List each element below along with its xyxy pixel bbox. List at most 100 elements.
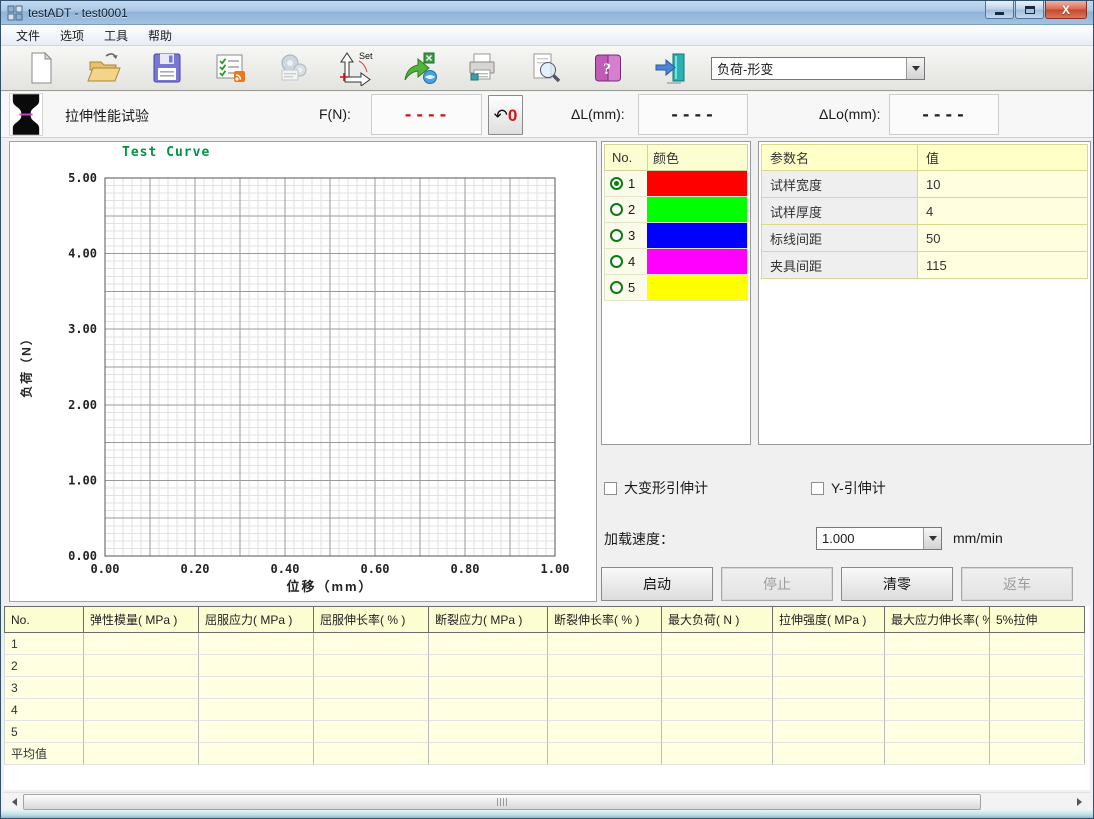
svg-text:0.80: 0.80 — [451, 562, 480, 576]
exit-button[interactable] — [639, 47, 702, 89]
results-cell — [885, 677, 990, 699]
results-cell — [314, 677, 429, 699]
results-cell — [548, 743, 662, 765]
results-header-cell: 断裂应力( MPa ) — [429, 606, 548, 633]
scrollbar-grip-icon — [497, 798, 507, 806]
curve-color-swatch[interactable] — [647, 223, 747, 248]
zero-button[interactable]: ↶0 — [488, 95, 523, 135]
svg-text:0.40: 0.40 — [271, 562, 300, 576]
axis-setup-button[interactable]: Set — [324, 47, 387, 89]
results-cell — [662, 721, 773, 743]
control-button-0[interactable]: 启动 — [601, 567, 713, 601]
results-cell — [885, 699, 990, 721]
svg-text:?: ? — [603, 61, 611, 78]
curve-number: 3 — [628, 228, 635, 243]
y-extensometer-checkbox[interactable]: Y-引伸计 — [811, 478, 886, 498]
curve-radio-1[interactable] — [610, 177, 623, 190]
results-cell — [990, 633, 1085, 655]
results-cell — [548, 677, 662, 699]
results-header-cell: 拉伸强度( MPa ) — [773, 606, 885, 633]
results-header-cell: 弹性模量( MPa ) — [84, 606, 199, 633]
maximize-button[interactable] — [1015, 1, 1044, 19]
curve-color-swatch[interactable] — [647, 275, 747, 300]
results-cell — [429, 677, 548, 699]
control-button-2[interactable]: 清零 — [841, 567, 953, 601]
curve-radio-4[interactable] — [610, 255, 623, 268]
large-deformation-extensometer-checkbox[interactable]: 大变形引伸计 — [604, 478, 708, 498]
results-row-label: 3 — [4, 677, 84, 699]
results-cell — [662, 677, 773, 699]
zero-button-label: 0 — [508, 107, 517, 124]
scroll-right-arrow[interactable] — [1073, 793, 1090, 811]
legend-header-row: No. 颜色 — [604, 144, 748, 171]
menu-item-2[interactable]: 工具 — [94, 25, 138, 46]
results-cell — [84, 721, 199, 743]
parameter-value[interactable]: 115 — [918, 252, 1087, 278]
control-button-1: 停止 — [721, 567, 833, 601]
parameter-value[interactable]: 10 — [918, 171, 1087, 197]
results-cell — [429, 743, 548, 765]
results-cell — [885, 655, 990, 677]
print-button[interactable] — [450, 47, 513, 89]
results-cell — [429, 655, 548, 677]
menu-item-3[interactable]: 帮助 — [138, 25, 182, 46]
results-cell — [314, 743, 429, 765]
parameter-row-0: 试样宽度10 — [761, 171, 1088, 198]
checkbox-box-icon[interactable] — [604, 482, 617, 495]
curve-radio-5[interactable] — [610, 281, 623, 294]
minimize-button[interactable] — [985, 1, 1014, 19]
parameter-name: 夹具间距 — [762, 252, 918, 278]
preview-button[interactable] — [513, 47, 576, 89]
test-settings-button[interactable] — [198, 47, 261, 89]
curve-color-swatch[interactable] — [647, 249, 747, 274]
scrollbar-thumb[interactable] — [23, 794, 981, 810]
save-button[interactable] — [135, 47, 198, 89]
horizontal-scrollbar[interactable] — [4, 792, 1090, 810]
curve-radio-2[interactable] — [610, 203, 623, 216]
scroll-left-arrow[interactable] — [4, 793, 21, 811]
results-cell — [662, 699, 773, 721]
chevron-down-icon[interactable] — [923, 528, 941, 549]
close-button[interactable]: X — [1045, 1, 1087, 19]
legend-row-4: 4 — [604, 249, 748, 275]
results-cell — [773, 699, 885, 721]
menu-item-0[interactable]: 文件 — [6, 25, 50, 46]
results-cell — [885, 633, 990, 655]
chevron-down-icon[interactable] — [906, 58, 924, 79]
export-report-button[interactable] — [387, 47, 450, 89]
curve-number: 1 — [628, 176, 635, 191]
curve-radio-3[interactable] — [610, 229, 623, 242]
system-settings-button[interactable] — [261, 47, 324, 89]
new-file-button[interactable] — [9, 47, 72, 89]
loading-speed-select[interactable]: 1.000 — [816, 527, 942, 550]
menu-item-1[interactable]: 选项 — [50, 25, 94, 46]
svg-text:2.00: 2.00 — [68, 398, 97, 412]
svg-text:1.00: 1.00 — [68, 473, 97, 487]
svg-text:0.00: 0.00 — [68, 549, 97, 563]
exit-icon — [653, 50, 689, 86]
open-file-button[interactable] — [72, 47, 135, 89]
results-cell — [199, 677, 314, 699]
results-cell — [199, 743, 314, 765]
results-cell — [84, 677, 199, 699]
curve-color-swatch[interactable] — [647, 171, 747, 196]
parameter-value[interactable]: 50 — [918, 225, 1087, 251]
results-cell — [84, 655, 199, 677]
results-header-cell: 屈服伸长率( % ) — [314, 606, 429, 633]
window-title: testADT - test0001 — [28, 6, 128, 20]
test-curve-plot: 5.004.003.002.001.000.000.000.200.400.60… — [10, 142, 596, 601]
maximize-icon — [1025, 6, 1035, 14]
curve-mode-select[interactable]: 负荷-形变 — [711, 57, 925, 80]
results-cell — [199, 721, 314, 743]
parameter-value[interactable]: 4 — [918, 198, 1087, 224]
checkbox-box-icon[interactable] — [811, 482, 824, 495]
app-window: testADT - test0001 X 文件选项工具帮助 — [0, 0, 1094, 819]
results-row-label: 5 — [4, 721, 84, 743]
results-row-label: 平均值 — [4, 743, 84, 765]
results-cell — [773, 677, 885, 699]
curve-color-swatch[interactable] — [647, 197, 747, 222]
results-cell — [773, 655, 885, 677]
parameters-header-row: 参数名 值 — [761, 144, 1088, 171]
help-button[interactable]: ? — [576, 47, 639, 89]
svg-text:4.00: 4.00 — [68, 247, 97, 261]
